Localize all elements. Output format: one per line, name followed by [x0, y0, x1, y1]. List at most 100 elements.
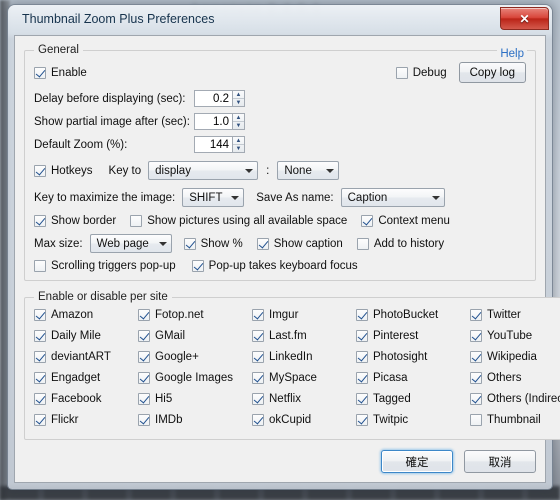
site-checkbox-daily-mile[interactable]: Daily Mile [34, 330, 101, 342]
site-checkbox-google[interactable]: Google+ [138, 351, 199, 363]
site-checkbox-okcupid[interactable]: okCupid [252, 414, 311, 426]
checkbox-box-icon [138, 393, 150, 405]
delay-stepper-arrows[interactable]: ▲ ▼ [232, 90, 245, 107]
site-checkbox-netflix[interactable]: Netflix [252, 393, 301, 405]
checkbox-box-icon [34, 414, 46, 426]
checkbox-box-icon [138, 309, 150, 321]
partial-image-stepper[interactable]: ▲ ▼ [194, 113, 245, 130]
copy-log-button[interactable]: Copy log [458, 62, 526, 83]
site-checkbox-twitter[interactable]: Twitter [470, 309, 521, 321]
key-modifier-dropdown[interactable]: None [277, 161, 340, 180]
show-border-checkbox[interactable]: Show border [34, 215, 116, 227]
scrolling-popup-checkbox[interactable]: Scrolling triggers pop-up [34, 260, 176, 272]
site-checkbox-flickr[interactable]: Flickr [34, 414, 78, 426]
site-checkbox-google-images[interactable]: Google Images [138, 372, 233, 384]
site-checkbox-photobucket[interactable]: PhotoBucket [356, 309, 438, 321]
site-checkbox-hi5[interactable]: Hi5 [138, 393, 172, 405]
spinner-down-icon[interactable]: ▼ [233, 145, 244, 152]
site-cell: PhotoBucket [356, 309, 460, 324]
site-label: Google Images [155, 372, 233, 384]
site-cell: Facebook [34, 393, 138, 408]
delay-stepper[interactable]: ▲ ▼ [194, 90, 245, 107]
partial-image-input[interactable] [194, 113, 232, 130]
site-checkbox-others[interactable]: Others [470, 372, 522, 384]
site-cell: MySpace [252, 372, 356, 387]
checkbox-box-icon [34, 309, 46, 321]
site-cell: Hi5 [138, 393, 252, 408]
site-checkbox-tagged[interactable]: Tagged [356, 393, 411, 405]
spinner-up-icon[interactable]: ▲ [233, 114, 244, 122]
site-checkbox-linkedin[interactable]: LinkedIn [252, 351, 312, 363]
site-label: Last.fm [269, 330, 307, 342]
site-cell: Twitpic [356, 414, 460, 429]
site-checkbox-pinterest[interactable]: Pinterest [356, 330, 418, 342]
add-history-checkbox[interactable]: Add to history [356, 237, 444, 250]
site-cell: Photosight [356, 351, 460, 366]
general-group: General Help Enable Debug Copy log Delay… [24, 44, 536, 281]
max-size-dropdown[interactable]: Web page [89, 234, 172, 253]
site-label: YouTube [487, 330, 533, 342]
site-label: IMDb [155, 414, 183, 426]
site-label: Amazon [51, 309, 94, 321]
site-checkbox-gmail[interactable]: GMail [138, 330, 185, 342]
site-checkbox-imgur[interactable]: Imgur [252, 309, 298, 321]
site-checkbox-deviantart[interactable]: deviantART [34, 351, 111, 363]
ok-button[interactable]: 確定 [381, 450, 453, 473]
maximize-label: Key to maximize the image: [34, 191, 176, 204]
checkbox-box-icon [356, 372, 368, 384]
site-cell: Tagged [356, 393, 460, 408]
site-checkbox-picasa[interactable]: Picasa [356, 372, 408, 384]
enable-checkbox[interactable]: Enable [34, 66, 87, 79]
site-checkbox-facebook[interactable]: Facebook [34, 393, 102, 405]
site-checkbox-fotop-net[interactable]: Fotop.net [138, 309, 204, 321]
debug-checkbox[interactable]: Debug [395, 66, 447, 79]
checkbox-box-icon [34, 260, 46, 272]
keyboard-focus-checkbox[interactable]: Pop-up takes keyboard focus [191, 260, 358, 272]
cancel-button[interactable]: 取消 [464, 450, 536, 473]
site-checkbox-myspace[interactable]: MySpace [252, 372, 317, 384]
site-checkbox-others-indirect[interactable]: Others (Indirect) [470, 393, 560, 405]
site-checkbox-thumbnail[interactable]: Thumbnail [470, 414, 541, 426]
site-cell: Flickr [34, 414, 138, 429]
delay-input[interactable] [194, 90, 232, 107]
all-space-checkbox[interactable]: Show pictures using all available space [130, 215, 347, 227]
delay-row: Delay before displaying (sec): ▲ ▼ [34, 90, 526, 107]
site-checkbox-amazon[interactable]: Amazon [34, 309, 93, 321]
maximize-row: Key to maximize the image: SHIFT Save As… [34, 188, 526, 207]
default-zoom-stepper-arrows[interactable]: ▲ ▼ [232, 136, 245, 153]
site-checkbox-wikipedia[interactable]: Wikipedia [470, 351, 537, 363]
partial-image-stepper-arrows[interactable]: ▲ ▼ [232, 113, 245, 130]
key-separator: : [266, 164, 270, 177]
checkbox-box-icon [356, 309, 368, 321]
hotkeys-checkbox[interactable]: Hotkeys [34, 164, 93, 177]
spinner-down-icon[interactable]: ▼ [233, 99, 244, 106]
site-label: PhotoBucket [373, 309, 439, 321]
help-link[interactable]: Help [497, 48, 527, 60]
key-to-dropdown[interactable]: display [148, 161, 259, 180]
site-checkbox-photosight[interactable]: Photosight [356, 351, 427, 363]
context-menu-checkbox[interactable]: Context menu [361, 215, 450, 227]
key-to-label: Key to [108, 164, 142, 177]
site-checkbox-youtube[interactable]: YouTube [470, 330, 532, 342]
spinner-down-icon[interactable]: ▼ [233, 122, 244, 129]
site-label: Photosight [373, 351, 428, 363]
debug-label: Debug [412, 66, 447, 79]
site-checkbox-twitpic[interactable]: Twitpic [356, 414, 408, 426]
context-menu-label: Context menu [378, 215, 450, 227]
default-zoom-stepper[interactable]: ▲ ▼ [194, 136, 245, 153]
close-button[interactable]: ✕ [500, 7, 549, 30]
site-checkbox-imdb[interactable]: IMDb [138, 414, 182, 426]
site-cell: Google Images [138, 372, 252, 387]
title-bar: Thumbnail Zoom Plus Preferences ✕ [8, 5, 552, 35]
save-as-dropdown[interactable]: Caption [340, 188, 445, 207]
show-caption-checkbox[interactable]: Show caption [256, 237, 343, 250]
spinner-up-icon[interactable]: ▲ [233, 91, 244, 99]
checkbox-box-icon [252, 351, 264, 363]
site-checkbox-engadget[interactable]: Engadget [34, 372, 100, 384]
show-percent-checkbox[interactable]: Show % [183, 237, 243, 250]
maximize-key-dropdown[interactable]: SHIFT [182, 188, 245, 207]
default-zoom-input[interactable] [194, 136, 232, 153]
site-checkbox-last-fm[interactable]: Last.fm [252, 330, 307, 342]
spinner-up-icon[interactable]: ▲ [233, 137, 244, 145]
chevron-down-icon [158, 241, 167, 246]
